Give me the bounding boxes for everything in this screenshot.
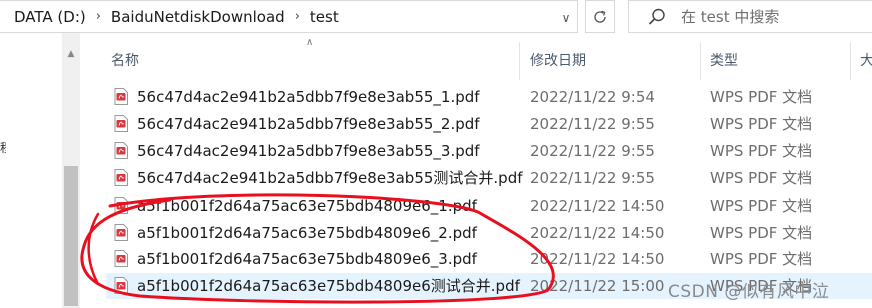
pdf-file-icon — [114, 197, 128, 214]
file-name[interactable]: a5f1b001f2d64a75ac63e75bdb4809e6_3.pdf — [137, 249, 477, 269]
column-divider[interactable] — [850, 42, 851, 80]
file-modified-date: 2022/11/22 9:55 — [530, 142, 655, 160]
file-row[interactable]: 56c47d4ac2e941b2a5dbb7f9e8e3ab55测试合并.pdf… — [106, 165, 872, 191]
pdf-file-icon — [114, 224, 128, 241]
file-type: WPS PDF 文档 — [710, 142, 813, 160]
watermark: CSDN @似有风中泣 — [668, 282, 830, 302]
search-placeholder[interactable]: 在 test 中搜索 — [681, 6, 779, 27]
file-modified-date: 2022/11/22 14:50 — [530, 224, 665, 242]
file-modified-date: 2022/11/22 9:55 — [530, 169, 655, 187]
file-modified-date: 2022/11/22 15:00 — [530, 277, 665, 295]
file-modified-date: 2022/11/22 9:54 — [530, 88, 655, 106]
file-name[interactable]: 56c47d4ac2e941b2a5dbb7f9e8e3ab55测试合并.pdf — [137, 168, 523, 188]
scroll-up-icon[interactable]: ▲ — [62, 45, 80, 63]
scrollbar-thumb[interactable] — [64, 166, 78, 306]
breadcrumb-drive[interactable]: DATA (D:) — [10, 8, 90, 26]
file-modified-date: 2022/11/22 9:55 — [530, 115, 655, 133]
chevron-down-icon[interactable]: ∨ — [554, 1, 578, 34]
navigation-scrollbar[interactable]: ▲ — [62, 33, 80, 308]
pdf-file-icon — [114, 169, 128, 186]
chevron-right-icon[interactable]: › — [289, 9, 306, 24]
file-name[interactable]: 56c47d4ac2e941b2a5dbb7f9e8e3ab55_3.pdf — [137, 141, 480, 161]
nav-item-fragment[interactable]: 程 — [0, 139, 6, 156]
refresh-icon — [594, 10, 606, 23]
file-type: WPS PDF 文档 — [710, 197, 813, 215]
file-type: WPS PDF 文档 — [710, 115, 813, 133]
file-row[interactable]: 56c47d4ac2e941b2a5dbb7f9e8e3ab55_3.pdf 20… — [106, 138, 872, 164]
column-divider[interactable] — [519, 42, 520, 80]
pdf-file-icon — [114, 88, 128, 105]
column-header-size[interactable]: 大 — [860, 50, 872, 72]
search-box[interactable]: 在 test 中搜索 — [628, 0, 872, 33]
pdf-file-icon — [114, 250, 128, 267]
file-row[interactable]: 56c47d4ac2e941b2a5dbb7f9e8e3ab55_1.pdf 20… — [106, 84, 872, 110]
pdf-file-icon — [114, 142, 128, 159]
file-name[interactable]: a5f1b001f2d64a75ac63e75bdb4809e6_2.pdf — [137, 223, 477, 243]
column-header-name[interactable]: 名称 — [111, 50, 139, 72]
address-bar[interactable]: DATA (D:) › BaiduNetdiskDownload › test … — [0, 0, 578, 33]
pdf-file-icon — [114, 277, 128, 294]
pdf-file-icon — [114, 115, 128, 132]
navigation-pane: 程 — [0, 33, 62, 308]
file-type: WPS PDF 文档 — [710, 250, 813, 268]
file-name[interactable]: a5f1b001f2d64a75ac63e75bdb4809e6测试合并.pdf — [137, 276, 520, 296]
file-row[interactable]: 56c47d4ac2e941b2a5dbb7f9e8e3ab55_2.pdf 20… — [106, 111, 872, 137]
refresh-button[interactable] — [585, 0, 615, 33]
file-name[interactable]: a5f1b001f2d64a75ac63e75bdb4809e6_1.pdf — [137, 196, 477, 216]
file-row[interactable]: a5f1b001f2d64a75ac63e75bdb4809e6_2.pdf 20… — [106, 220, 872, 246]
breadcrumb-folder[interactable]: BaiduNetdiskDownload — [107, 8, 289, 26]
column-divider[interactable] — [700, 42, 701, 80]
column-header-type[interactable]: 类型 — [710, 50, 738, 72]
file-modified-date: 2022/11/22 14:50 — [530, 197, 665, 215]
search-icon — [648, 8, 665, 25]
file-type: WPS PDF 文档 — [710, 224, 813, 242]
breadcrumb-current[interactable]: test — [306, 8, 343, 26]
file-type: WPS PDF 文档 — [710, 169, 813, 187]
chevron-right-icon[interactable]: › — [90, 9, 107, 24]
file-type: WPS PDF 文档 — [710, 88, 813, 106]
sort-up-icon: ∧ — [306, 37, 314, 48]
column-header-modified[interactable]: 修改日期 — [530, 50, 586, 72]
file-modified-date: 2022/11/22 14:50 — [530, 250, 665, 268]
file-row[interactable]: a5f1b001f2d64a75ac63e75bdb4809e6_1.pdf 20… — [106, 193, 872, 219]
file-name[interactable]: 56c47d4ac2e941b2a5dbb7f9e8e3ab55_2.pdf — [137, 114, 480, 134]
file-row[interactable]: a5f1b001f2d64a75ac63e75bdb4809e6_3.pdf 20… — [106, 246, 872, 272]
file-name[interactable]: 56c47d4ac2e941b2a5dbb7f9e8e3ab55_1.pdf — [137, 87, 480, 107]
